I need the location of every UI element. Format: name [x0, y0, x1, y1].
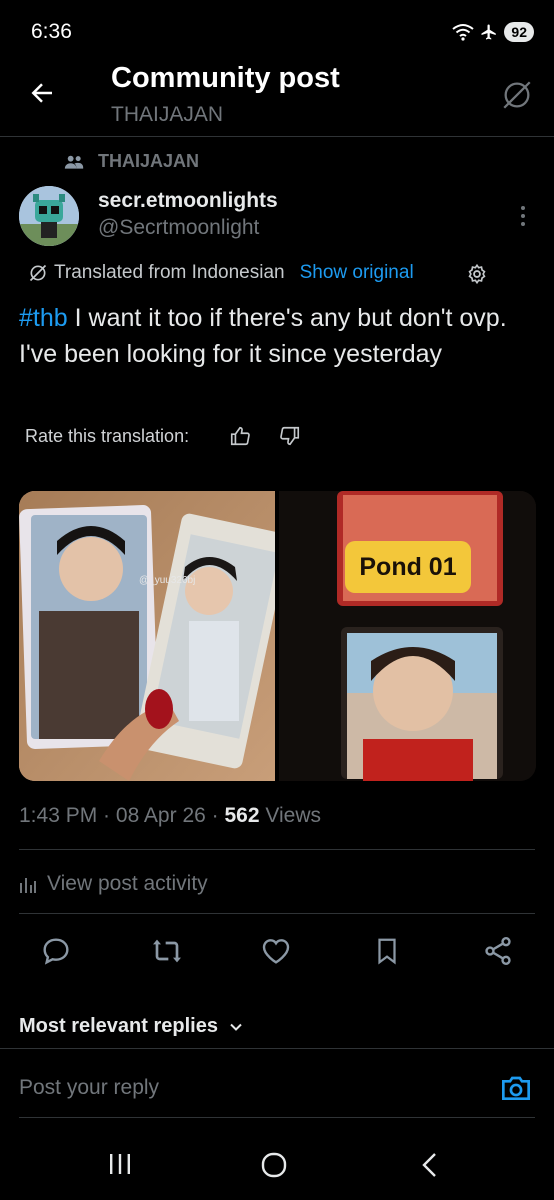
translated-label: Translated from Indonesian: [54, 262, 285, 283]
translate-icon: [29, 264, 47, 282]
wifi-icon: [452, 24, 475, 41]
back-arrow-icon: [31, 83, 52, 103]
battery-indicator: 92: [504, 22, 534, 42]
recent-apps-button[interactable]: [108, 1152, 132, 1176]
repost-button[interactable]: [150, 935, 184, 967]
post-body: I want it too if there's any but don't o…: [19, 304, 507, 368]
author-handle[interactable]: @Secrtmoonlight: [98, 216, 259, 240]
view-count: 562: [224, 804, 260, 827]
system-navigation-bar: [0, 1130, 554, 1200]
home-icon: [261, 1152, 287, 1178]
photocard-image[interactable]: @_yuu326bj: [19, 491, 275, 781]
bookmark-button[interactable]: [372, 935, 402, 967]
view-post-activity-label: View post activity: [47, 872, 208, 895]
post-text: #thb I want it too if there's any but do…: [19, 300, 529, 372]
translation-settings-button[interactable]: [466, 263, 488, 285]
community-name[interactable]: THAIJAJAN: [98, 151, 199, 172]
thumbs-down-icon: [280, 426, 300, 446]
no-translate-icon: [503, 81, 531, 109]
hashtag-link[interactable]: #thb: [19, 304, 68, 332]
pond-label: Pond 01: [359, 552, 457, 581]
reply-input[interactable]: Post your reply: [19, 1076, 159, 1100]
share-icon: [485, 937, 511, 965]
camera-icon: [502, 1076, 530, 1100]
meta-divider: [19, 849, 535, 850]
reply-icon: [43, 938, 69, 965]
back-button[interactable]: [27, 78, 57, 108]
author-display-name[interactable]: secr.etmoonlights: [98, 189, 278, 213]
reply-button[interactable]: [40, 935, 72, 967]
post-media[interactable]: @_yuu326bj Pond 01: [19, 491, 536, 781]
like-icon: [262, 939, 290, 964]
replies-divider: [0, 1048, 554, 1049]
thumbs-down-button[interactable]: [279, 425, 301, 447]
more-options-button[interactable]: [516, 203, 530, 229]
binder-image[interactable]: Pond 01: [279, 491, 536, 781]
bookmark-icon: [378, 938, 396, 965]
share-button[interactable]: [482, 935, 514, 967]
status-bar: 6:36 92: [0, 0, 554, 62]
community-icon: [64, 153, 84, 171]
recent-apps-icon: [110, 1154, 130, 1174]
translation-row: Translated from Indonesian Show original: [28, 262, 414, 284]
avatar[interactable]: [19, 186, 79, 246]
thumbs-up-button[interactable]: [229, 425, 251, 447]
view-post-activity-button[interactable]: View post activity: [19, 872, 208, 896]
post-actions: [0, 935, 554, 975]
replies-heading: Most relevant replies: [19, 1015, 218, 1037]
status-icons: 92: [452, 22, 534, 42]
home-button[interactable]: [260, 1151, 288, 1179]
repost-icon: [153, 939, 181, 963]
chevron-down-icon: [230, 1023, 242, 1031]
post-meta: 1:43 PM · 08 Apr 26 · 562 Views: [19, 804, 321, 827]
camera-button[interactable]: [500, 1073, 532, 1103]
translate-toggle-button[interactable]: [500, 78, 534, 112]
header-divider: [0, 136, 554, 137]
post-date: 08 Apr 26: [115, 804, 206, 827]
system-back-button[interactable]: [418, 1151, 442, 1179]
watermark-text: @_yuu326bj: [139, 575, 195, 586]
like-button[interactable]: [260, 935, 292, 967]
reply-divider: [19, 1117, 535, 1118]
show-original-link[interactable]: Show original: [300, 262, 414, 284]
gear-icon: [468, 263, 486, 285]
airplane-icon: [481, 24, 497, 40]
rate-translation-label: Rate this translation:: [25, 426, 190, 446]
page-subtitle: THAIJAJAN: [111, 103, 224, 126]
activity-divider: [19, 913, 535, 914]
replies-sort-button[interactable]: Most relevant replies: [19, 1015, 244, 1038]
chevron-left-icon: [422, 1153, 436, 1177]
clock: 6:36: [31, 20, 72, 43]
views-label: Views: [265, 804, 321, 827]
bar-chart-icon: [20, 878, 36, 893]
more-icon: [521, 206, 525, 226]
thumbs-up-icon: [230, 426, 250, 446]
post-time: 1:43 PM: [19, 804, 98, 827]
page-title: Community post: [111, 62, 340, 94]
